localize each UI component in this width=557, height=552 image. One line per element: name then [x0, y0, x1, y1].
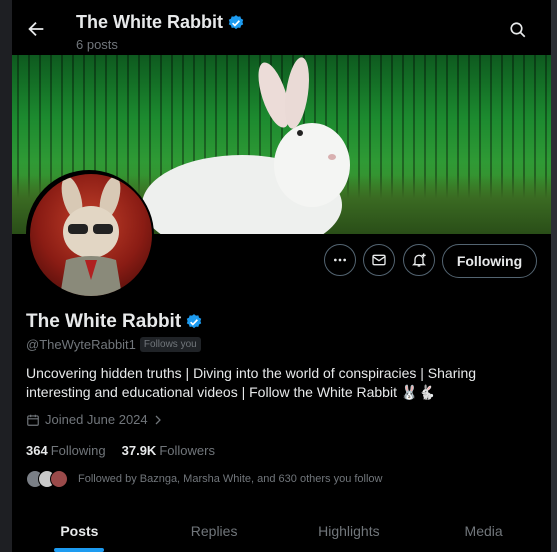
avatar[interactable] — [28, 172, 154, 298]
following-stat[interactable]: 364 Following — [26, 443, 106, 458]
followed-by-text: Followed by Baznga, Marsha White, and 63… — [78, 473, 383, 485]
tab-label: Highlights — [318, 523, 380, 539]
profile-handle-row: @TheWyteRabbit1 Follows you — [26, 337, 201, 352]
following-button[interactable]: Following — [442, 244, 537, 278]
followers-stat[interactable]: 37.9K Followers — [122, 443, 215, 458]
avatar — [50, 470, 68, 488]
tab-highlights[interactable]: Highlights — [282, 511, 417, 552]
tab-media[interactable]: Media — [416, 511, 551, 552]
chevron-right-icon — [155, 415, 161, 424]
active-tab-indicator — [54, 548, 105, 552]
posts-count: 6 posts — [76, 37, 118, 52]
tab-replies[interactable]: Replies — [147, 511, 282, 552]
following-label: Following — [50, 443, 106, 458]
followed-by[interactable]: Followed by Baznga, Marsha White, and 63… — [26, 470, 383, 488]
joined-text: Joined June 2024 — [45, 412, 148, 427]
back-arrow-icon[interactable] — [25, 18, 47, 40]
window-edge — [551, 0, 557, 552]
verified-badge-icon[interactable] — [185, 313, 203, 331]
followers-count: 37.9K — [121, 443, 157, 458]
follow-stats: 364 Following 37.9K Followers — [26, 443, 231, 458]
following-count: 364 — [26, 443, 48, 458]
message-icon — [372, 254, 386, 266]
top-bar: The White Rabbit 6 posts — [12, 0, 551, 55]
header-name: The White Rabbit — [76, 12, 223, 32]
tab-label: Media — [464, 523, 503, 539]
followers-label: Followers — [159, 443, 215, 458]
notify-icon — [412, 253, 426, 267]
profile-name-row: The White Rabbit — [26, 311, 203, 333]
more-button[interactable] — [324, 244, 356, 276]
joined-date[interactable]: Joined June 2024 — [26, 412, 164, 427]
profile-tabs: Posts Replies Highlights Media — [12, 511, 551, 552]
more-icon — [334, 258, 346, 262]
avatar-rabbit-icon — [60, 176, 122, 296]
tab-label: Replies — [190, 523, 238, 539]
tab-posts[interactable]: Posts — [12, 511, 147, 552]
profile-page: The White Rabbit 6 posts Following The W… — [12, 0, 551, 552]
profile-name: The White Rabbit — [26, 311, 182, 332]
notify-button[interactable] — [403, 244, 435, 276]
profile-handle: @TheWyteRabbit1 — [26, 337, 136, 352]
message-button[interactable] — [363, 244, 395, 276]
profile-bio: Uncovering hidden truths | Diving into t… — [26, 365, 477, 400]
verified-badge-icon — [228, 14, 244, 29]
header-title: The White Rabbit — [76, 12, 245, 33]
calendar-icon — [27, 414, 39, 426]
follows-you-badge: Follows you — [139, 337, 201, 352]
search-icon[interactable] — [509, 21, 527, 39]
